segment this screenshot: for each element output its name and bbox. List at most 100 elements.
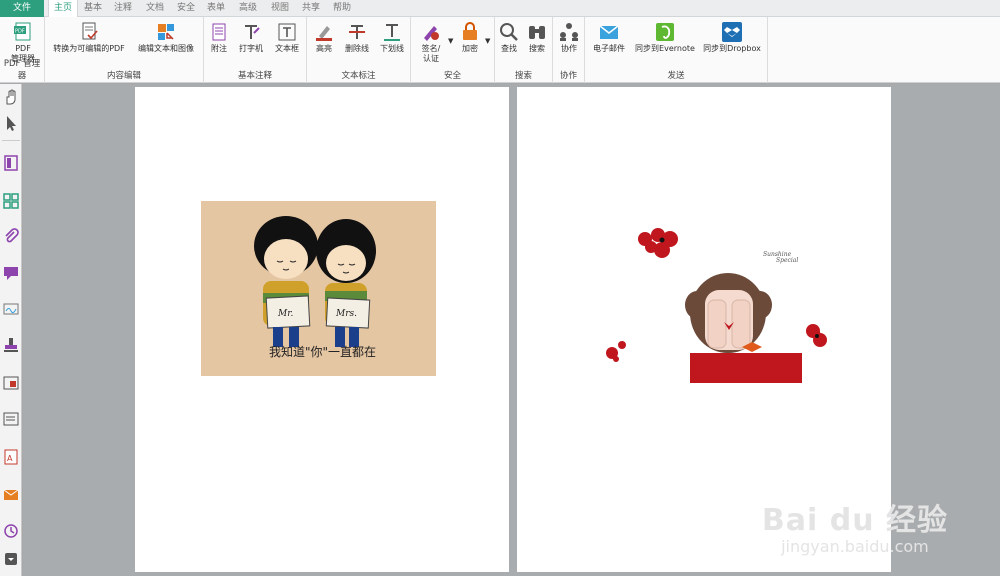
tab-document[interactable]: 文档 [142, 0, 168, 17]
encrypt-dropdown-arrow-icon[interactable]: ▼ [485, 37, 490, 45]
image-tagline-2: Special [776, 257, 798, 264]
strikeout-icon [349, 25, 365, 39]
tab-advanced[interactable]: 高级 [235, 0, 261, 17]
tab-basic[interactable]: 基本 [80, 0, 106, 17]
attachment-icon[interactable] [2, 228, 20, 246]
tab-forms[interactable]: 表单 [203, 0, 229, 17]
evernote-sync-button[interactable]: 同步到Evernote [635, 21, 695, 54]
note-label: 附注 [211, 44, 227, 53]
typewriter-button[interactable]: 打字机 [236, 21, 266, 54]
underline-label: 下划线 [380, 44, 404, 53]
encrypt-label: 加密 [462, 44, 478, 53]
note-icon [212, 23, 226, 41]
watermark-url: jingyan.baidu.com [781, 537, 929, 556]
select-arrow-icon[interactable] [2, 114, 20, 132]
file-menu-button[interactable]: 文件 [0, 0, 44, 17]
textbox-label: 文本框 [275, 44, 299, 53]
image-caption: 我知道"你"一直都在 [269, 345, 376, 359]
tab-security[interactable]: 安全 [173, 0, 199, 17]
group-pdf-manager: PDF PDF 管理器 PDF 管理器 [0, 17, 45, 83]
dropbox-sync-button[interactable]: 同步到Dropbox [701, 21, 763, 54]
group-basic-annotation: 附注 打字机 文本框 基本注释 [204, 17, 307, 83]
group-label: 协作 [559, 71, 577, 81]
highlight-icon [316, 26, 332, 41]
history-icon[interactable] [2, 522, 20, 540]
collaboration-button[interactable]: 协作 [556, 21, 582, 54]
sign-label-1: 签名/ [421, 44, 441, 53]
mail-icon[interactable] [2, 486, 20, 504]
comments-icon[interactable] [2, 264, 20, 282]
expand-down-icon[interactable] [2, 550, 20, 568]
menu-tab-bar: 文件 主页 基本 注释 文档 安全 表单 高级 视图 共享 帮助 [0, 0, 1000, 18]
girl-with-flowers-image: Sunshine Special [606, 228, 827, 383]
svg-text:A: A [7, 454, 13, 463]
svg-text:PDF: PDF [15, 29, 25, 35]
strikeout-label: 删除线 [345, 44, 369, 53]
collaboration-icon [560, 23, 578, 41]
edit-text-image-label: 编辑文本和图像 [138, 44, 194, 53]
pdf-file-icon[interactable]: A [2, 448, 20, 466]
tab-comment[interactable]: 注释 [110, 0, 136, 17]
form-fields-icon[interactable] [2, 410, 20, 428]
stamp-icon[interactable] [2, 336, 20, 354]
hand-tool-icon[interactable] [2, 88, 20, 106]
dropbox-icon [722, 22, 742, 42]
group-send: 电子邮件 同步到Evernote 同步到Dropbox 发送 [585, 17, 768, 83]
group-content-edit: 转换为可编辑的PDF 编辑文本和图像 内容编辑 [45, 17, 204, 83]
evernote-icon [656, 23, 674, 41]
email-label: 电子邮件 [593, 44, 625, 53]
tab-view[interactable]: 视图 [267, 0, 293, 17]
email-button[interactable]: 电子邮件 [589, 21, 629, 54]
encrypt-button[interactable]: 加密 [456, 21, 484, 54]
lock-icon [463, 22, 477, 40]
binoculars-icon [529, 26, 545, 39]
convert-label: 转换为可编辑的PDF [53, 44, 125, 53]
collaboration-label: 协作 [561, 44, 577, 53]
group-text-markup: 高亮 删除线 下划线 文本标注 [307, 17, 411, 83]
highlight-button[interactable]: 高亮 [310, 21, 338, 54]
group-label: 发送 [667, 71, 685, 81]
textbox-icon [278, 23, 296, 41]
group-label: PDF 管理器 [3, 59, 41, 81]
tab-home[interactable]: 主页 [48, 0, 78, 18]
group-label: 基本注释 [237, 71, 272, 81]
layers-icon[interactable] [2, 374, 20, 392]
envelope-icon [599, 25, 619, 39]
sidebar-divider [2, 140, 20, 141]
sign-label-2: 认证 [423, 54, 439, 63]
sign-certify-button[interactable]: 签名/ 认证 [416, 21, 446, 64]
strikeout-button[interactable]: 删除线 [342, 21, 372, 54]
convert-editable-pdf-button[interactable]: 转换为可编辑的PDF [50, 21, 128, 54]
baidu-jingyan-watermark: Bai du 经验 jingyan.baidu.com [762, 495, 948, 556]
underline-button[interactable]: 下划线 [377, 21, 407, 54]
find-button[interactable]: 查找 [497, 21, 521, 54]
cartoon-couple-illustration: Mr. Mrs. 我知道"你"一直都在 [201, 201, 436, 376]
group-label: 安全 [443, 71, 461, 81]
search-button[interactable]: 搜索 [525, 21, 549, 54]
edit-text-image-button[interactable]: 编辑文本和图像 [135, 21, 197, 54]
tab-help[interactable]: 帮助 [329, 0, 355, 17]
magnifier-icon [500, 23, 518, 41]
edit-text-image-icon [158, 24, 174, 40]
note-button[interactable]: 附注 [207, 21, 231, 54]
highlight-label: 高亮 [316, 44, 332, 53]
signature-panel-icon[interactable] [2, 300, 20, 318]
underline-icon [384, 24, 400, 41]
tab-share[interactable]: 共享 [298, 0, 324, 17]
group-collaboration: 协作 协作 [553, 17, 585, 83]
ribbon: PDF PDF 管理器 PDF 管理器 转换为可编辑的PDF 编辑文本和图像 内… [0, 17, 1000, 83]
group-security: 签名/ 认证 ▼ 加密 ▼ 安全 [411, 17, 495, 83]
pdf-manager-label-1: PDF [15, 44, 31, 53]
sign-dropdown-arrow-icon[interactable]: ▼ [448, 37, 453, 45]
page-panel-icon[interactable] [2, 154, 20, 172]
find-label: 查找 [501, 44, 517, 53]
cartoon-couple-image: Mr. Mrs. 我知道"你"一直都在 [201, 201, 436, 376]
group-search: 查找 搜索 搜索 [495, 17, 553, 83]
pdf-manager-icon: PDF [14, 22, 31, 41]
dropbox-label: 同步到Dropbox [703, 44, 761, 53]
typewriter-label: 打字机 [239, 44, 263, 53]
textbox-button[interactable]: 文本框 [272, 21, 302, 54]
sign-text-mr: Mr. [277, 309, 294, 319]
typewriter-icon [245, 25, 260, 39]
thumbnails-icon[interactable] [2, 192, 20, 210]
